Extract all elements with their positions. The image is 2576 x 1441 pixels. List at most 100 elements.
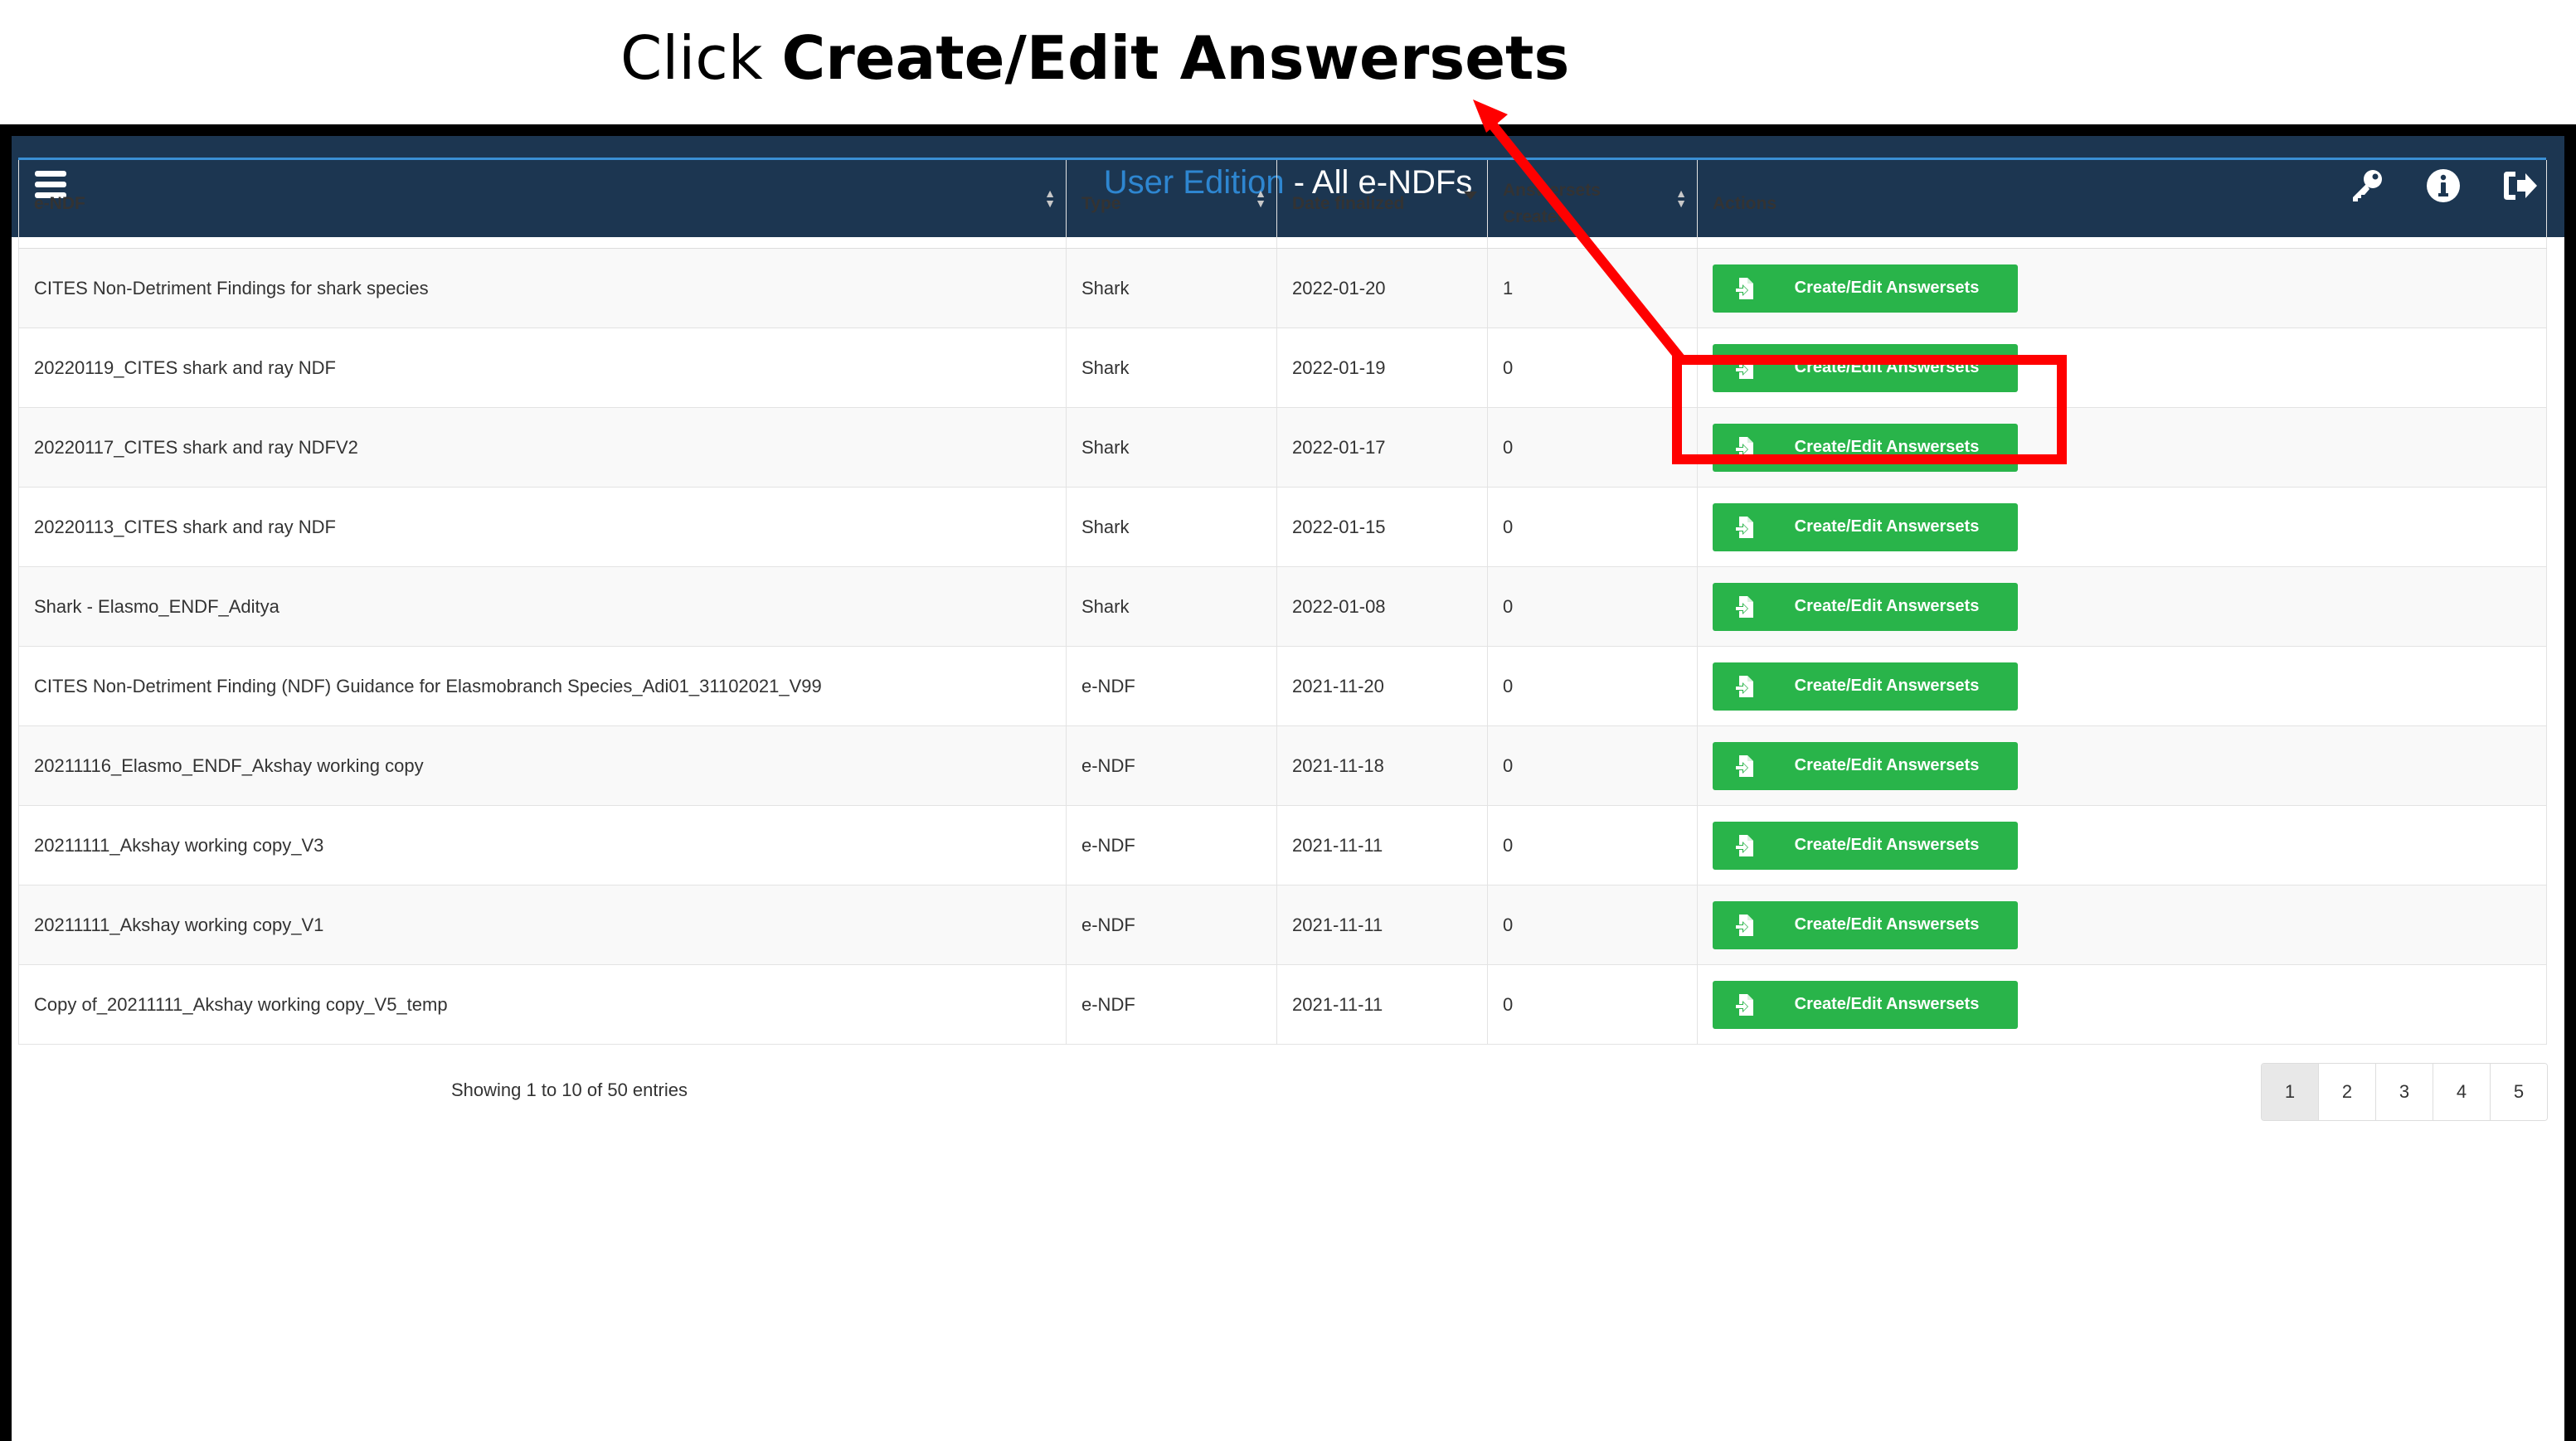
page-button-3[interactable]: 3 [2376,1064,2433,1120]
button-label: Create/Edit Answersets [1794,358,1980,376]
cell-date-finalized: 2022-01-17 [1276,407,1488,488]
create-edit-answersets-button[interactable]: Create/Edit Answersets [1713,980,2018,1029]
column-header-type[interactable]: Type ▲ ▼ [1066,160,1277,249]
button-label: Create/Edit Answersets [1794,995,1980,1013]
cell-type: e-NDF [1066,805,1277,885]
cell-endf-name: 20211111_Akshay working copy_V3 [18,805,1067,885]
table-row: CITES Non-Detriment Finding (NDF) Guidan… [18,646,2547,726]
file-import-icon [1734,993,1753,1016]
cell-type: e-NDF [1066,964,1277,1045]
file-import-icon [1734,516,1753,538]
column-header-endf[interactable]: e-NDF ▲ ▼ [18,160,1067,249]
table-row: Copy of_20211111_Akshay working copy_V5_… [18,964,2547,1045]
cell-answersets-count: 0 [1487,964,1698,1045]
endf-table: e-NDF ▲ ▼ Type ▲ ▼ Date finalized Answersets… [18,160,2547,1045]
page-button-1[interactable]: 1 [2262,1064,2319,1120]
cell-type: Shark [1066,328,1277,408]
cell-answersets-count: 0 [1487,566,1698,647]
cell-actions: Create/Edit Answersets [1697,805,2547,885]
cell-date-finalized: 2022-01-20 [1276,248,1488,328]
file-import-icon [1734,277,1753,299]
button-label: Create/Edit Answersets [1794,756,1980,774]
file-import-icon [1734,914,1753,936]
create-edit-answersets-button[interactable]: Create/Edit Answersets [1713,741,2018,790]
cell-date-finalized: 2021-11-11 [1276,964,1488,1045]
sort-icon: ▲ ▼ [1044,187,1056,210]
table-row: 20211111_Akshay working copy_V1 e-NDF 2021… [18,885,2547,965]
cell-actions: Create/Edit Answersets [1697,725,2547,806]
button-label: Create/Edit Answersets [1794,836,1980,854]
create-edit-answersets-button[interactable]: Create/Edit Answersets [1713,502,2018,551]
cell-actions: Create/Edit Answersets [1697,407,2547,488]
cell-actions: Create/Edit Answersets [1697,328,2547,408]
cell-actions: Create/Edit Answersets [1697,885,2547,965]
sort-icon: ▲ ▼ [1675,187,1687,210]
cell-endf-name: 20220117_CITES shark and ray NDFV2 [18,407,1067,488]
instruction-prefix: Click [620,23,782,93]
cell-type: Shark [1066,248,1277,328]
cell-actions: Create/Edit Answersets [1697,566,2547,647]
table-row: 20220119_CITES shark and ray NDF Shark 202… [18,328,2547,408]
file-import-icon [1734,436,1753,458]
column-header-answersets-created[interactable]: Answersets Created ▲ ▼ [1487,160,1698,249]
page-button-4[interactable]: 4 [2433,1064,2491,1120]
sort-icon: ▲ ▼ [1255,187,1266,210]
file-import-icon [1734,595,1753,618]
button-label: Create/Edit Answersets [1794,677,1980,695]
button-label: Create/Edit Answersets [1794,438,1980,456]
pagination: 1 2 3 4 5 [2261,1063,2548,1121]
cell-date-finalized: 2021-11-20 [1276,646,1488,726]
column-header-date-finalized[interactable]: Date finalized [1276,160,1488,249]
cell-endf-name: CITES Non-Detriment Finding (NDF) Guidan… [18,646,1067,726]
column-header-actions: Actions [1697,160,2547,249]
button-label: Create/Edit Answersets [1794,915,1980,934]
create-edit-answersets-button[interactable]: Create/Edit Answersets [1713,662,2018,711]
create-edit-answersets-button[interactable]: Create/Edit Answersets [1713,423,2018,472]
create-edit-answersets-button[interactable]: Create/Edit Answersets [1713,264,2018,313]
cell-type: Shark [1066,407,1277,488]
cell-endf-name: 20211111_Akshay working copy_V1 [18,885,1067,965]
cell-type: Shark [1066,566,1277,647]
button-label: Create/Edit Answersets [1794,517,1980,536]
cell-actions: Create/Edit Answersets [1697,487,2547,567]
instruction-caption: Click Create/Edit Answersets [620,23,1569,93]
create-edit-answersets-button[interactable]: Create/Edit Answersets [1713,582,2018,631]
table-header-row: e-NDF ▲ ▼ Type ▲ ▼ Date finalized Answersets… [18,160,2547,249]
create-edit-answersets-button[interactable]: Create/Edit Answersets [1713,900,2018,949]
page-button-2[interactable]: 2 [2319,1064,2376,1120]
file-import-icon [1734,675,1753,697]
file-import-icon [1734,754,1753,777]
create-edit-answersets-button[interactable]: Create/Edit Answersets [1713,821,2018,870]
button-label: Create/Edit Answersets [1794,279,1980,297]
pagination-info: Showing 1 to 10 of 50 entries [451,1080,688,1100]
cell-endf-name: CITES Non-Detriment Findings for shark s… [18,248,1067,328]
cell-date-finalized: 2022-01-08 [1276,566,1488,647]
cell-answersets-count: 0 [1487,885,1698,965]
cell-actions: Create/Edit Answersets [1697,646,2547,726]
page-button-5[interactable]: 5 [2491,1064,2547,1120]
cell-actions: Create/Edit Answersets [1697,248,2547,328]
endf-table-container: e-NDF ▲ ▼ Type ▲ ▼ Date finalized Answersets… [18,158,2547,1045]
cell-type: e-NDF [1066,646,1277,726]
cell-answersets-count: 1 [1487,248,1698,328]
table-row: 20211111_Akshay working copy_V3 e-NDF 2021… [18,805,2547,885]
cell-type: e-NDF [1066,885,1277,965]
create-edit-answersets-button[interactable]: Create/Edit Answersets [1713,343,2018,392]
instruction-emphasis: Create/Edit Answersets [781,23,1570,93]
cell-answersets-count: 0 [1487,407,1698,488]
cell-type: Shark [1066,487,1277,567]
file-import-icon [1734,834,1753,856]
table-row: 20211116_Elasmo_ENDF_Akshay working copy… [18,725,2547,806]
cell-date-finalized: 2021-11-11 [1276,805,1488,885]
cell-answersets-count: 0 [1487,805,1698,885]
table-row: 20220117_CITES shark and ray NDFV2 Shark 2… [18,407,2547,488]
cell-date-finalized: 2021-11-11 [1276,885,1488,965]
cell-actions: Create/Edit Answersets [1697,964,2547,1045]
cell-endf-name: Copy of_20211111_Akshay working copy_V5_… [18,964,1067,1045]
cell-answersets-count: 0 [1487,646,1698,726]
cell-endf-name: 20220119_CITES shark and ray NDF [18,328,1067,408]
table-row: 20220113_CITES shark and ray NDF Shark 202… [18,487,2547,567]
cell-endf-name: Shark - Elasmo_ENDF_Aditya [18,566,1067,647]
sort-desc-icon [1464,192,1477,200]
button-label: Create/Edit Answersets [1794,597,1980,615]
